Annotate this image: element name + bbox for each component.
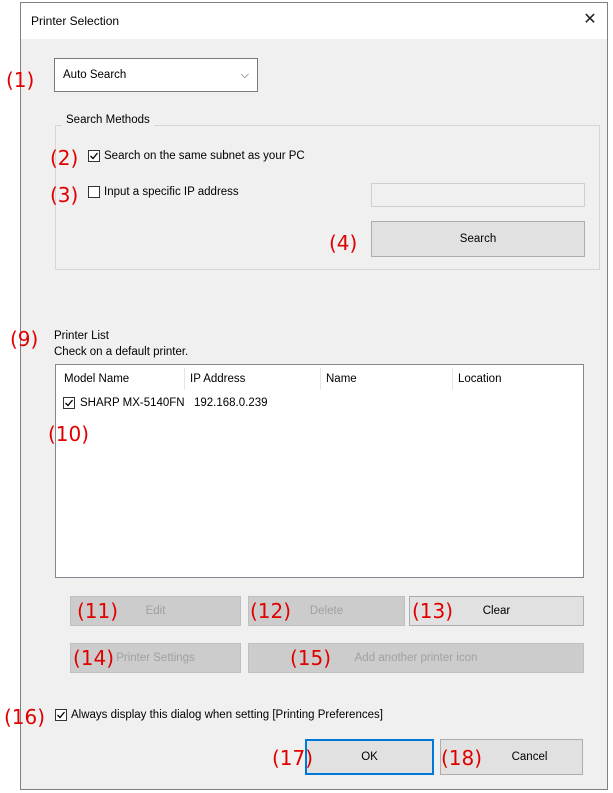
annotation-3: (3) (50, 183, 79, 207)
annotation-11: (11) (77, 599, 119, 623)
checkmark-icon (65, 399, 74, 407)
checkmark-icon (57, 711, 66, 719)
annotation-12: (12) (250, 599, 292, 623)
column-header-ip[interactable]: IP Address (190, 373, 245, 385)
annotation-1: (1) (6, 68, 35, 92)
column-header-name[interactable]: Name (326, 373, 357, 385)
column-divider (320, 368, 321, 390)
ok-button[interactable]: OK (305, 739, 434, 775)
printer-list-title: Printer List (54, 330, 109, 342)
ok-button-label: OK (361, 751, 378, 763)
edit-button-label: Edit (145, 605, 166, 617)
printer-settings-button-label: Printer Settings (116, 652, 195, 664)
annotation-10: (10) (48, 422, 90, 446)
printer-model-cell[interactable]: SHARP MX-5140FN (80, 397, 185, 409)
search-button[interactable]: Search (371, 221, 585, 257)
window-title: Printer Selection (31, 14, 120, 28)
annotation-17: (17) (272, 746, 314, 770)
annotation-18: (18) (441, 746, 483, 770)
printer-list-view[interactable]: Model Name IP Address Name Location SHAR… (55, 364, 584, 578)
annotation-15: (15) (290, 646, 332, 670)
subnet-label: Search on the same subnet as your PC (104, 150, 305, 162)
search-mode-value: Auto Search (63, 69, 127, 81)
ip-address-checkbox[interactable] (88, 186, 100, 198)
column-header-model[interactable]: Model Name (64, 373, 129, 385)
column-divider (452, 368, 453, 390)
delete-button-label: Delete (309, 605, 344, 617)
default-printer-checkbox[interactable] (63, 397, 75, 409)
printer-ip-cell[interactable]: 192.168.0.239 (194, 397, 268, 409)
chevron-down-icon: ⌵ (240, 69, 249, 81)
annotation-14: (14) (73, 646, 115, 670)
search-button-label: Search (459, 233, 497, 245)
annotation-16: (16) (4, 705, 46, 729)
ip-address-input[interactable] (371, 183, 585, 207)
ip-address-label: Input a specific IP address (104, 186, 239, 198)
search-methods-title: Search Methods (62, 114, 154, 126)
annotation-9: (9) (10, 327, 39, 351)
clear-button-label: Clear (482, 605, 511, 617)
checkmark-icon (90, 152, 99, 160)
subnet-checkbox[interactable] (88, 150, 100, 162)
always-display-label: Always display this dialog when setting … (71, 709, 383, 721)
annotation-13: (13) (412, 599, 454, 623)
annotation-2: (2) (50, 146, 79, 170)
add-printer-icon-button-label: Add another printer icon (354, 652, 478, 664)
cancel-button-label: Cancel (511, 751, 548, 763)
column-divider (184, 368, 185, 390)
printer-list-hint: Check on a default printer. (54, 346, 189, 358)
column-header-location[interactable]: Location (458, 373, 501, 385)
always-display-checkbox[interactable] (55, 709, 67, 721)
close-icon[interactable]: ✕ (579, 9, 601, 31)
title-bar: Printer Selection ✕ (21, 3, 607, 39)
search-mode-select[interactable]: Auto Search ⌵ (54, 58, 258, 92)
annotation-4: (4) (329, 231, 358, 255)
